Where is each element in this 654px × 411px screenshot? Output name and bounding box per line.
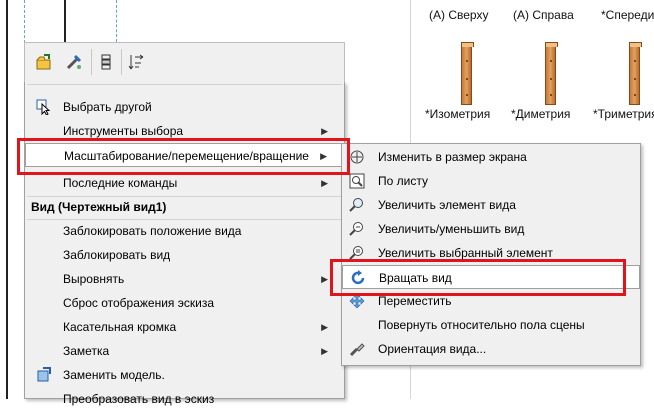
menu-item-label: Последние команды (63, 176, 178, 190)
submenu-arrow-icon: ▶ (321, 274, 328, 284)
submenu-item-label: Изменить в размер экрана (378, 150, 527, 164)
menu-item-label: Масштабирование/перемещение/вращение (64, 149, 309, 163)
smart-dimension-icon[interactable] (63, 51, 85, 73)
zoom-to-fit-icon (348, 149, 366, 165)
menu-item-align[interactable]: Выровнять ▶ (25, 267, 344, 291)
submenu-item-label: Ориентация вида... (378, 342, 487, 356)
menu-item-label: Заблокировать положение вида (63, 224, 242, 238)
view-right-label[interactable]: (A) Справа (513, 8, 574, 22)
submenu-item-label: Увеличить/уменьшить вид (378, 222, 525, 236)
menu-item-select-other[interactable]: Выбрать другой (25, 95, 344, 119)
menu-item-label: Выбрать другой (63, 100, 152, 114)
sketch-guide-line (116, 0, 117, 42)
submenu-item-zoom-to-sheet[interactable]: По листу (342, 169, 640, 193)
menu-item-reset-sketch-display[interactable]: Сброс отображения эскиза (25, 291, 344, 315)
menu-item-convert-view-to-sketch[interactable]: Преобразовать вид в эскиз (25, 387, 344, 411)
submenu-item-rotate-about-scene-floor[interactable]: Повернуть относительно пола сцены (342, 313, 640, 337)
zoom-to-area-icon (348, 197, 366, 213)
zoom-in-out-icon (348, 221, 366, 237)
submenu-arrow-icon: ▶ (321, 346, 328, 356)
menu-item-zoom-pan-rotate[interactable]: Масштабирование/перемещение/вращение ▶ (25, 143, 344, 167)
align-icon[interactable] (95, 51, 117, 73)
isometric-thumbnail[interactable] (461, 42, 474, 105)
zoom-to-selection-icon (348, 245, 366, 261)
submenu-item-zoom-to-fit[interactable]: Изменить в размер экрана (342, 145, 640, 169)
view-front-label[interactable]: *Спереди (601, 8, 654, 22)
submenu-arrow-icon: ▶ (320, 151, 327, 161)
zoom-to-sheet-icon (348, 173, 366, 189)
menu-item-replace-model[interactable]: Заменить модель. (25, 363, 344, 387)
trimetric-thumbnail[interactable] (629, 42, 642, 105)
menu-item-label: Заменить модель. (63, 368, 165, 382)
submenu-item-pan[interactable]: Переместить (342, 289, 640, 313)
submenu-item-label: Переместить (378, 294, 452, 308)
menu-separator (27, 84, 342, 85)
reverse-icon[interactable] (125, 51, 147, 73)
submenu-item-zoom-in-out[interactable]: Увеличить/уменьшить вид (342, 217, 640, 241)
view-dimetric-label[interactable]: *Диметрия (511, 107, 570, 121)
submenu-item-zoom-to-area[interactable]: Увеличить элемент вида (342, 193, 640, 217)
dimetric-thumbnail[interactable] (545, 42, 558, 105)
submenu-item-view-orientation[interactable]: Ориентация вида... (342, 337, 640, 361)
menu-item-annotation[interactable]: Заметка ▶ (25, 339, 344, 363)
submenu-arrow-icon: ▶ (321, 126, 328, 136)
menu-item-lock-view-position[interactable]: Заблокировать положение вида (25, 219, 344, 243)
menu-item-label: Выровнять (63, 272, 125, 286)
replace-model-icon (35, 367, 53, 383)
submenu-arrow-icon: ▶ (321, 322, 328, 332)
pan-icon (348, 293, 366, 309)
menu-item-label: Касательная кромка (63, 320, 177, 334)
zoom-pan-rotate-submenu: Изменить в размер экрана По листу Увелич… (341, 143, 641, 366)
submenu-item-label: Увеличить элемент вида (378, 198, 516, 212)
view-orientation-icon (348, 341, 366, 357)
select-other-icon (35, 99, 53, 115)
menu-item-label: Инструменты выбора (63, 124, 184, 138)
menu-item-lock-view[interactable]: Заблокировать вид (25, 243, 344, 267)
menu-item-label: Преобразовать вид в эскиз (63, 392, 215, 406)
toolbar-separator (91, 49, 92, 75)
context-toolbar (24, 42, 345, 82)
menu-section-header: Вид (Чертежный вид1) (25, 195, 344, 219)
view-isometric-label[interactable]: *Изометрия (425, 107, 490, 121)
open-drawing-icon[interactable] (33, 51, 55, 73)
rotate-view-icon (349, 270, 367, 286)
submenu-item-label: Увеличить выбранный элемент (378, 246, 553, 260)
submenu-item-label: По листу (378, 174, 428, 188)
menu-item-label: Заметка (63, 344, 110, 358)
submenu-item-zoom-to-selection[interactable]: Увеличить выбранный элемент (342, 241, 640, 265)
menu-item-label: Сброс отображения эскиза (63, 296, 215, 310)
submenu-item-label: Повернуть относительно пола сцены (378, 318, 585, 332)
menu-item-label: Заблокировать вид (63, 248, 171, 262)
menu-item-selection-tools[interactable]: Инструменты выбора ▶ (25, 119, 344, 143)
toolbar-separator (121, 49, 122, 75)
drawing-line (64, 0, 66, 42)
drawing-line (6, 0, 8, 399)
section-header-label: Вид (Чертежный вид1) (31, 200, 167, 214)
submenu-item-rotate-view[interactable]: Вращать вид (342, 265, 640, 289)
view-trimetric-label[interactable]: *Триметрия (593, 107, 654, 121)
menu-item-recent-commands[interactable]: Последние команды ▶ (25, 171, 344, 195)
view-top-label[interactable]: (A) Сверху (429, 8, 488, 22)
menu-item-tangent-edge[interactable]: Касательная кромка ▶ (25, 315, 344, 339)
context-menu: Выбрать другой Инструменты выбора ▶ Масш… (24, 82, 345, 406)
submenu-arrow-icon: ▶ (321, 178, 328, 188)
submenu-item-label: Вращать вид (379, 271, 452, 285)
